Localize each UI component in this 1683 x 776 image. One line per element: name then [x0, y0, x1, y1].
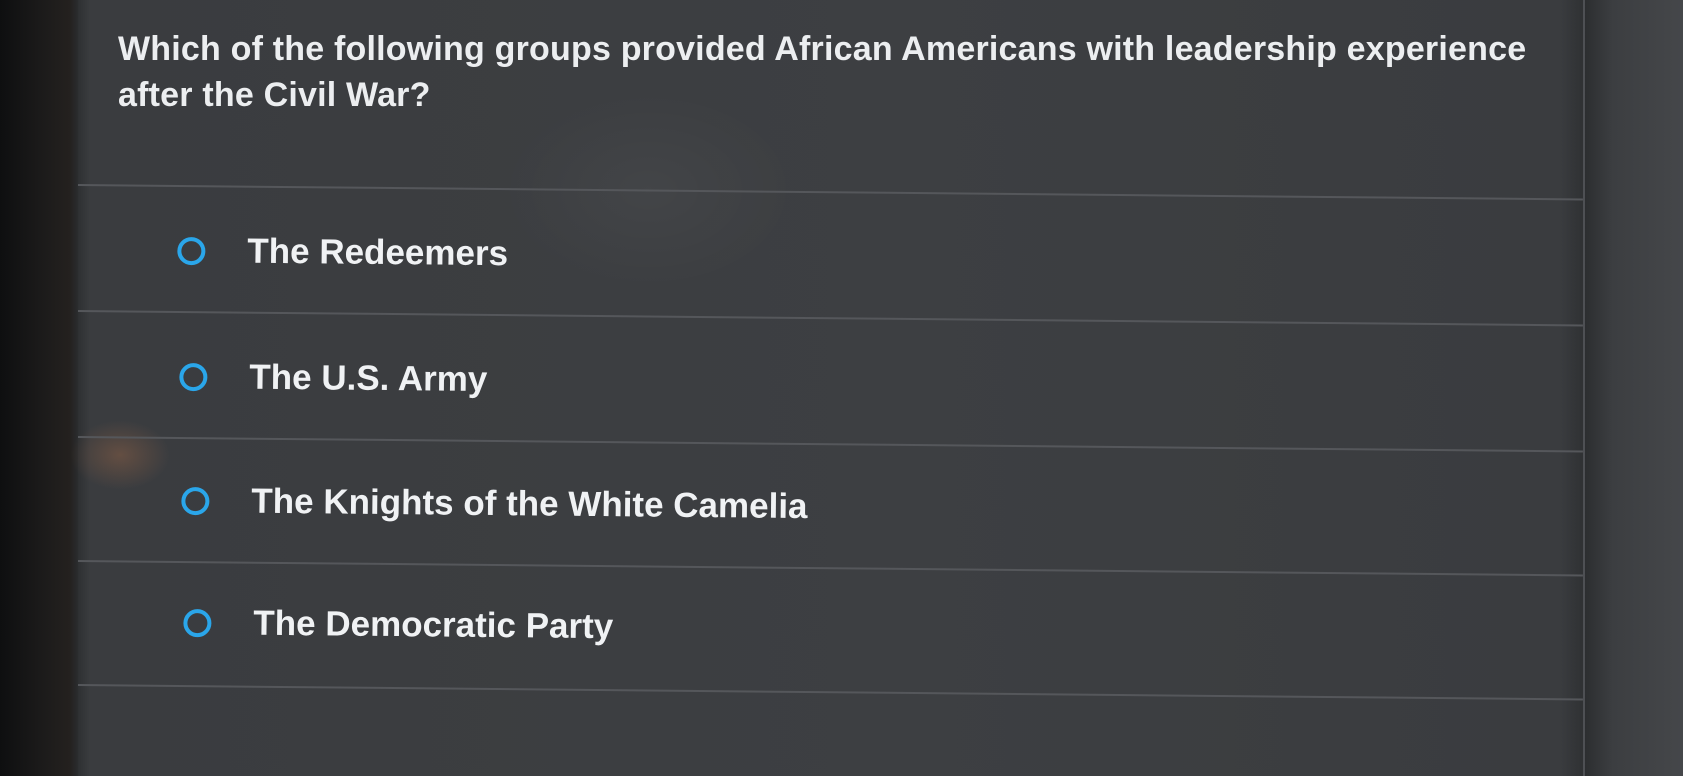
option-list-bottom-divider: [77, 684, 1583, 776]
answer-option-label: The Redeemers: [247, 231, 509, 274]
answer-option-2[interactable]: The U.S. Army: [76, 310, 1583, 459]
right-margin-strip: [1583, 0, 1683, 776]
radio-button-icon[interactable]: [179, 362, 208, 392]
radio-button-icon[interactable]: [183, 609, 212, 638]
photo-of-screen: Which of the following groups provided A…: [0, 0, 1683, 776]
question-text: Which of the following groups provided A…: [118, 30, 1527, 114]
answer-option-1[interactable]: The Redeemers: [76, 184, 1583, 333]
monitor-bezel-left: [0, 0, 78, 776]
answer-option-label: The Democratic Party: [253, 603, 614, 647]
radio-button-icon[interactable]: [177, 236, 206, 266]
answer-option-label: The U.S. Army: [249, 357, 488, 399]
answer-option-label: The Knights of the White Camelia: [251, 481, 808, 527]
quiz-question-panel: Which of the following groups provided A…: [76, 0, 1585, 776]
radio-button-icon[interactable]: [181, 486, 210, 516]
